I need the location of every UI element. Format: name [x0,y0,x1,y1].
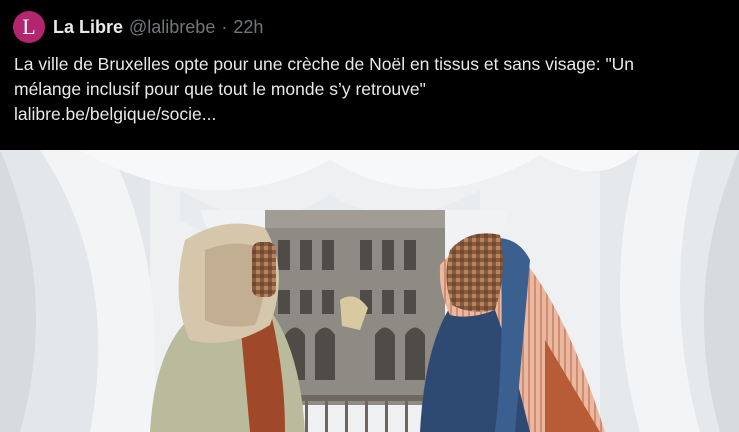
tweet-media-image[interactable] [0,150,739,432]
tweet-text-line-1: La ville de Bruxelles opte pour une crèc… [14,54,635,74]
nativity-scene-photo [0,150,739,432]
tweet-text-line-2: mélange inclusif pour que tout le monde … [14,79,426,99]
tweet-link[interactable]: lalibre.be/belgique/socie... [14,102,729,127]
author-name[interactable]: La Libre [53,17,123,38]
author-handle[interactable]: @lalibrebe [129,17,215,38]
separator-dot: · [221,16,228,37]
tweet-card[interactable]: L La Libre @lalibrebe · 22h La ville de … [0,0,739,432]
avatar[interactable]: L [13,11,45,43]
tweet-text: La ville de Bruxelles opte pour une crèc… [14,52,729,127]
avatar-letter: L [22,14,36,39]
tweet-header: L La Libre @lalibrebe · 22h [13,11,263,43]
timestamp[interactable]: 22h [233,17,263,38]
